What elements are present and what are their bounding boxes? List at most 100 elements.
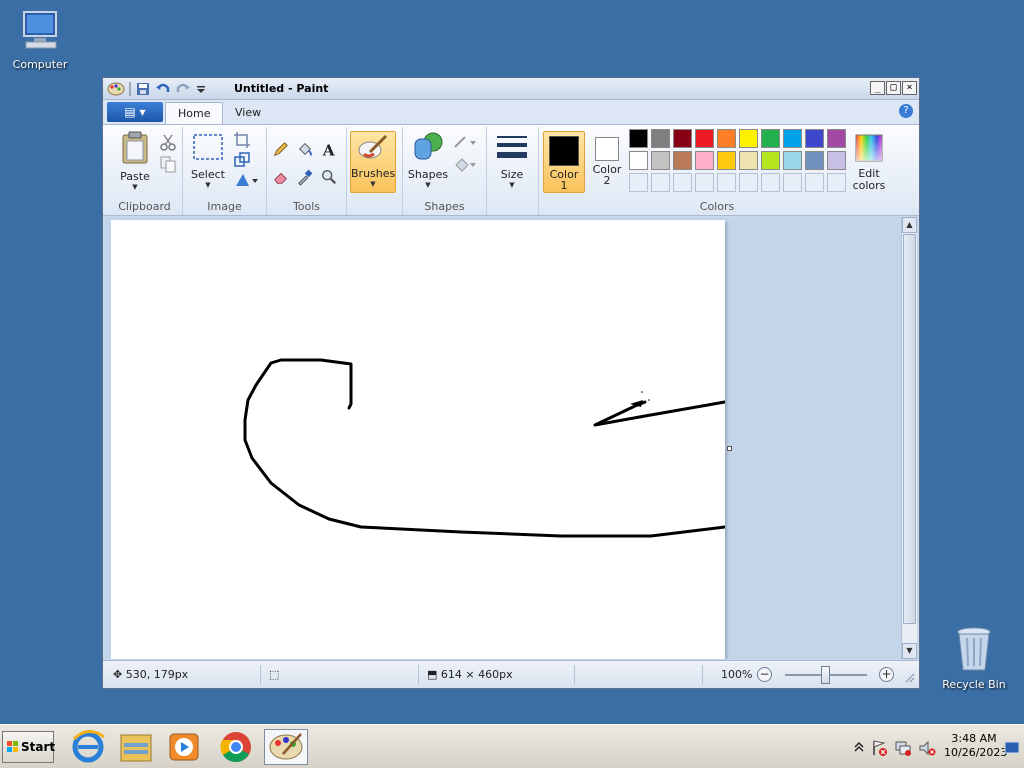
clock-time: 3:48 AM [951,732,997,745]
edit-colors-icon [855,134,883,162]
crop-icon[interactable] [233,131,251,149]
computer-icon [23,11,57,49]
palette-swatch[interactable] [651,129,670,148]
palette-swatch[interactable] [805,129,824,148]
custom-color-slot[interactable] [717,173,736,192]
rotate-icon[interactable] [233,171,259,189]
drawing-canvas[interactable] [111,220,727,659]
tools-group-label: Tools [292,200,321,213]
maximize-button[interactable]: □ [886,81,901,95]
chevron-down-icon: ▼ [132,183,138,191]
custom-color-slot[interactable] [805,173,824,192]
volume-muted-icon[interactable] [918,739,936,757]
custom-color-slot[interactable] [673,173,692,192]
palette-swatch[interactable] [827,151,846,170]
paint-app-icon[interactable] [107,81,125,97]
palette-swatch[interactable] [805,151,824,170]
palette-swatch[interactable] [783,129,802,148]
scroll-down-button[interactable]: ▼ [902,643,917,659]
color2-button[interactable]: Color 2 [587,131,627,193]
pencil-icon[interactable] [271,139,291,159]
custom-color-slot[interactable] [783,173,802,192]
qat-dropdown-icon[interactable] [195,81,207,97]
network-icon[interactable] [894,739,912,757]
close-button[interactable]: × [902,81,917,95]
redo-icon[interactable] [175,81,191,97]
cursor-position: 530, 179px [125,668,189,681]
taskbar-paint-button[interactable] [264,729,308,765]
palette-swatch[interactable] [761,129,780,148]
scroll-up-button[interactable]: ▲ [902,217,917,233]
save-icon[interactable] [135,81,151,97]
palette-swatch[interactable] [739,129,758,148]
color-picker-icon[interactable] [295,167,315,187]
text-icon[interactable]: A [319,139,339,159]
palette-swatch[interactable] [827,129,846,148]
scroll-thumb[interactable] [903,234,916,624]
palette-swatch[interactable] [629,129,648,148]
palette-swatch[interactable] [739,151,758,170]
paint-menu-button[interactable]: ▤ ▾ [107,102,163,122]
undo-icon[interactable] [155,81,171,97]
media-player-icon[interactable] [162,729,206,765]
start-button[interactable]: Start [2,731,55,763]
minimize-button[interactable]: _ [870,81,885,95]
colors-group: Color 1 Color 2 Edit colors Colors [539,127,895,215]
palette-swatch[interactable] [717,129,736,148]
shapes-button[interactable]: Shapes ▼ [407,131,449,189]
canvas-resize-handle-right[interactable] [727,446,732,451]
zoom-in-button[interactable]: + [879,667,894,682]
custom-color-slot[interactable] [761,173,780,192]
paste-button[interactable]: Paste ▼ [115,131,155,191]
fill-bucket-icon[interactable] [295,139,315,159]
palette-swatch[interactable] [673,151,692,170]
palette-swatch[interactable] [695,151,714,170]
custom-color-slot[interactable] [651,173,670,192]
palette-swatch[interactable] [673,129,692,148]
palette-swatch[interactable] [629,151,648,170]
show-hidden-icons-icon[interactable] [854,741,864,753]
outline-icon[interactable] [453,133,479,151]
size-button[interactable]: Size ▼ [493,133,531,189]
magnifier-icon[interactable] [319,167,339,187]
resize-grip-icon[interactable] [903,671,915,683]
custom-color-slot[interactable] [739,173,758,192]
resize-icon[interactable] [233,151,251,169]
custom-color-slot[interactable] [695,173,714,192]
zoom-out-button[interactable]: − [757,667,772,682]
edit-colors-button[interactable]: Edit colors [845,133,893,192]
palette-swatch[interactable] [761,151,780,170]
cut-icon[interactable] [159,133,177,151]
window-controls: _ □ × [870,81,917,95]
quick-access-toolbar [107,81,207,97]
select-button[interactable]: Select ▼ [189,133,227,189]
zoom-slider-thumb[interactable] [821,666,830,684]
canvas-size: 614 × 460px [440,668,513,681]
palette-swatch[interactable] [783,151,802,170]
tools-group: A Tools [267,127,347,215]
palette-swatch[interactable] [695,129,714,148]
desktop-recycle-bin-icon[interactable]: Recycle Bin [934,626,1014,691]
custom-color-slot[interactable] [827,173,846,192]
desktop-computer-icon[interactable]: Computer [0,10,80,71]
internet-explorer-icon[interactable] [66,729,110,765]
eraser-icon[interactable] [271,167,291,187]
chrome-icon[interactable] [214,729,258,765]
help-icon[interactable]: ? [899,104,913,118]
title-bar: Untitled - Paint _ □ × [103,78,919,100]
clock[interactable]: 3:48 AM 10/26/2023 [944,732,1007,760]
fill-icon[interactable] [453,155,479,173]
custom-color-slot[interactable] [629,173,648,192]
action-center-flag-icon[interactable] [870,739,888,757]
palette-swatch[interactable] [717,151,736,170]
tab-home[interactable]: Home [165,102,224,124]
palette-swatch[interactable] [651,151,670,170]
vertical-scrollbar[interactable]: ▲ ▼ [901,217,917,659]
file-explorer-icon[interactable] [114,729,158,765]
show-desktop-icon[interactable] [1004,741,1020,755]
brushes-button[interactable]: Brushes ▼ [350,131,396,193]
tab-view[interactable]: View [223,102,273,124]
color1-button[interactable]: Color 1 [543,131,585,193]
copy-icon[interactable] [159,155,177,173]
curve-stroke [243,358,727,538]
